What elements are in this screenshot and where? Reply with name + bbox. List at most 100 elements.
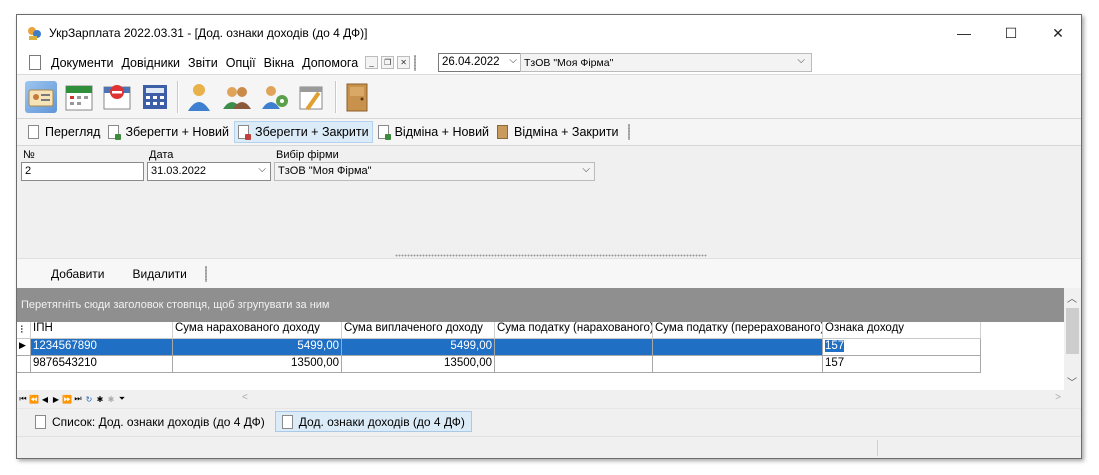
prev-page-icon[interactable]: ⏪ bbox=[29, 393, 39, 405]
calculator-icon[interactable] bbox=[139, 81, 171, 113]
menu-bar: Документи Довідники Звіти Опції Вікна До… bbox=[17, 51, 1081, 75]
table-cell[interactable] bbox=[653, 356, 823, 373]
calendar-blocked-icon[interactable] bbox=[101, 81, 133, 113]
column-header-tax-transferred[interactable]: Сума податку (перерахованого) bbox=[653, 322, 823, 339]
menu-options[interactable]: Опції bbox=[222, 56, 260, 70]
menu-reports[interactable]: Звіти bbox=[184, 56, 222, 70]
scroll-right-icon[interactable]: > bbox=[1055, 392, 1061, 403]
prev-record-icon[interactable]: ◀ bbox=[40, 393, 50, 405]
scroll-left-icon[interactable]: < bbox=[242, 392, 248, 403]
grid-toolbar: Добавити Видалити bbox=[17, 258, 1081, 288]
cancel-close-button[interactable]: Відміна + Закрити bbox=[494, 121, 622, 143]
grid-navigator: ⏮ ⏪ ◀ ▶ ⏩ ⏭ ↻ ✱ ✱ ⏷ < > bbox=[17, 390, 1081, 408]
table-cell[interactable] bbox=[495, 339, 653, 356]
menu-documents[interactable]: Документи bbox=[47, 56, 117, 70]
save-new-button[interactable]: Зберегти + Новий bbox=[105, 121, 232, 143]
mdi-close-button[interactable]: ✕ bbox=[397, 56, 411, 69]
calendar-icon[interactable] bbox=[63, 81, 95, 113]
date-label: Дата bbox=[149, 149, 174, 161]
insert-icon[interactable]: ✱ bbox=[95, 393, 105, 405]
column-header-accrued-income[interactable]: Сума нарахованого доходу bbox=[173, 322, 342, 339]
title-bar: УкрЗарплата 2022.03.31 - [Дод. ознаки до… bbox=[17, 15, 1081, 51]
refresh-icon[interactable]: ↻ bbox=[84, 393, 94, 405]
firm-select[interactable]: ТзОВ "Моя Фірма" ⌵ bbox=[520, 53, 812, 72]
first-record-icon[interactable]: ⏮ bbox=[18, 393, 28, 405]
document-icon bbox=[281, 414, 293, 429]
app-window: УкрЗарплата 2022.03.31 - [Дод. ознаки до… bbox=[16, 14, 1082, 459]
cancel-new-button[interactable]: Відміна + Новий bbox=[375, 121, 492, 143]
date-value: 31.03.2022 bbox=[151, 165, 207, 177]
document-icon bbox=[29, 55, 41, 70]
number-field[interactable]: 2 bbox=[21, 162, 144, 181]
next-record-icon[interactable]: ▶ bbox=[51, 393, 61, 405]
employees-icon[interactable] bbox=[183, 81, 215, 113]
action-toolbar: Перегляд Зберегти + Новий Зберегти + Зак… bbox=[17, 119, 1081, 146]
scroll-down-icon[interactable]: ﹀ bbox=[1067, 374, 1077, 389]
table-cell[interactable]: 1234567890 bbox=[31, 339, 173, 356]
menu-help[interactable]: Допомога bbox=[298, 56, 362, 70]
save-new-label: Зберегти + Новий bbox=[125, 125, 230, 139]
table-cell[interactable] bbox=[653, 339, 823, 356]
column-header-income-sign[interactable]: Ознака доходу bbox=[823, 322, 981, 339]
tab-list[interactable]: Список: Дод. ознаки доходів (до 4 ДФ) bbox=[29, 411, 271, 432]
scroll-up-icon[interactable]: ︿ bbox=[1067, 290, 1077, 305]
table-cell[interactable]: 13500,00 bbox=[342, 356, 495, 373]
focused-cell[interactable]: 157 bbox=[823, 339, 981, 356]
toolbar-grip bbox=[414, 54, 417, 71]
focused-cell-value: 157 bbox=[825, 340, 845, 352]
calendar-edit-icon[interactable] bbox=[297, 81, 329, 113]
save-close-icon bbox=[238, 125, 252, 140]
user-settings-icon[interactable] bbox=[259, 81, 291, 113]
exit-door-icon[interactable] bbox=[341, 81, 373, 113]
group-by-hint: Перетягніть сюди заголовок стовпця, щоб … bbox=[21, 299, 330, 311]
chevron-down-icon: ⌵ bbox=[797, 55, 805, 66]
mdi-restore-button[interactable]: ❐ bbox=[381, 56, 395, 69]
id-card-icon[interactable] bbox=[25, 80, 57, 113]
table-cell[interactable]: 157 bbox=[823, 356, 981, 373]
filter-icon[interactable]: ⏷ bbox=[117, 393, 127, 405]
vertical-scrollbar[interactable]: ︿ ﹀ bbox=[1064, 288, 1081, 391]
save-document-icon bbox=[108, 125, 122, 140]
firm-field[interactable]: ТзОВ "Моя Фірма" ⌵ bbox=[274, 162, 595, 181]
column-header-ipn[interactable]: ІПН bbox=[31, 322, 173, 339]
document-icon bbox=[35, 414, 46, 429]
table-cell[interactable]: 9876543210 bbox=[31, 356, 173, 373]
users-icon[interactable] bbox=[221, 81, 253, 113]
toolbar-separator bbox=[335, 80, 337, 113]
save-close-button[interactable]: Зберегти + Закрити bbox=[234, 121, 373, 143]
date-field[interactable]: 31.03.2022 ⌵ bbox=[147, 162, 271, 181]
work-date-select[interactable]: 26.04.2022 ⌵ bbox=[438, 53, 521, 72]
toolbar-grip bbox=[204, 265, 207, 282]
table-cell[interactable]: 13500,00 bbox=[173, 356, 342, 373]
view-button[interactable]: Перегляд bbox=[25, 121, 103, 143]
menu-references[interactable]: Довідники bbox=[117, 56, 184, 70]
menu-windows[interactable]: Вікна bbox=[260, 56, 298, 70]
table-cell[interactable] bbox=[495, 356, 653, 373]
minimize-button[interactable]: — bbox=[941, 15, 987, 51]
last-record-icon[interactable]: ⏭ bbox=[73, 393, 83, 405]
column-header-tax-accrued[interactable]: Сума податку (нарахованого) bbox=[495, 322, 653, 339]
close-button[interactable]: ✕ bbox=[1035, 15, 1081, 51]
next-page-icon[interactable]: ⏩ bbox=[62, 393, 72, 405]
row-indicator-header[interactable]: ⁝ bbox=[17, 322, 31, 339]
cancel-document-icon bbox=[377, 125, 391, 140]
table-cell[interactable]: 5499,00 bbox=[173, 339, 342, 356]
delete-record-icon[interactable]: ✱ bbox=[106, 393, 116, 405]
table-cell[interactable]: 5499,00 bbox=[342, 339, 495, 356]
splitter-handle[interactable] bbox=[395, 254, 707, 257]
mdi-minimize-button[interactable]: _ bbox=[365, 56, 379, 69]
document-icon bbox=[28, 125, 39, 139]
add-button[interactable]: Добавити bbox=[17, 267, 118, 281]
toolbar-separator bbox=[177, 80, 179, 113]
number-label: № bbox=[23, 149, 35, 161]
cancel-new-label: Відміна + Новий bbox=[394, 125, 490, 139]
view-label: Перегляд bbox=[45, 125, 101, 139]
mdi-tab-bar: Список: Дод. ознаки доходів (до 4 ДФ) До… bbox=[17, 408, 1081, 434]
scrollbar-thumb[interactable] bbox=[1066, 308, 1079, 354]
delete-button[interactable]: Видалити bbox=[118, 267, 200, 281]
tab-current-document[interactable]: Дод. ознаки доходів (до 4 ДФ) bbox=[274, 411, 472, 432]
maximize-button[interactable]: ☐ bbox=[988, 15, 1034, 51]
group-by-panel[interactable]: Перетягніть сюди заголовок стовпця, щоб … bbox=[17, 288, 1081, 322]
tab-list-label: Список: Дод. ознаки доходів (до 4 ДФ) bbox=[52, 414, 265, 429]
column-header-paid-income[interactable]: Сума виплаченого доходу bbox=[342, 322, 495, 339]
